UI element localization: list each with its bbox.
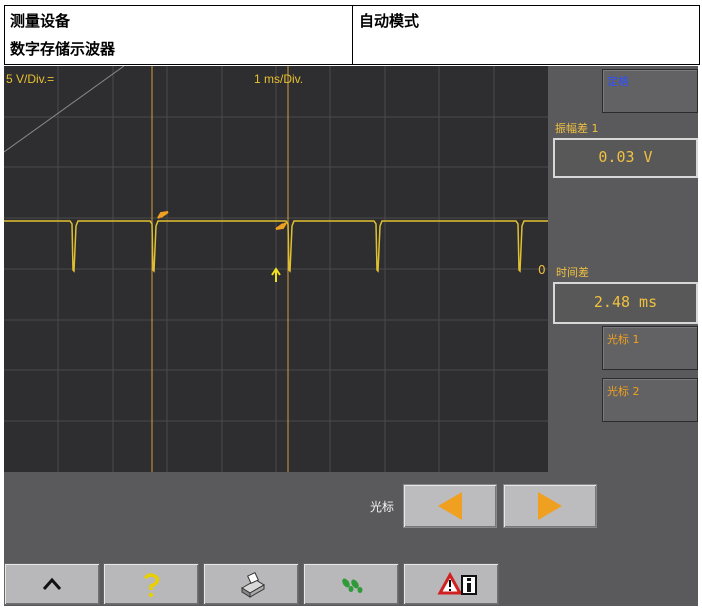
arrow-right-icon bbox=[538, 492, 562, 520]
volts-per-div: 5 V/Div.= bbox=[6, 72, 55, 86]
hold-button[interactable]: 定格 bbox=[602, 69, 698, 113]
time-per-div: 1 ms/Div. bbox=[254, 72, 304, 86]
amplitude-diff-value: 0.03 V bbox=[553, 138, 698, 178]
footprints-icon bbox=[342, 578, 363, 593]
print-button[interactable] bbox=[203, 563, 299, 605]
cursor-2-button[interactable]: 光标 2 bbox=[602, 378, 698, 422]
warning-info-button[interactable] bbox=[403, 563, 499, 605]
header-divider bbox=[352, 6, 353, 64]
cursor-arrow-2-icon bbox=[275, 222, 287, 230]
arrow-left-icon bbox=[438, 492, 462, 520]
navigation-button[interactable] bbox=[303, 563, 399, 605]
hold-button-label: 定格 bbox=[607, 75, 629, 88]
cursor-1-button[interactable]: 光标 1 bbox=[602, 326, 698, 370]
scroll-up-button[interactable] bbox=[4, 563, 100, 605]
warning-info-icon bbox=[437, 571, 477, 595]
main-panel: 5 V/Div.= 1 ms/Div. 0 定格 振幅差 1 0.03 V 时间… bbox=[4, 66, 698, 606]
time-diff-label: 时间差 bbox=[556, 266, 589, 279]
header-bar: 测量设备 数字存储示波器 自动模式 bbox=[4, 5, 700, 65]
help-icon bbox=[143, 573, 160, 598]
title-line-1: 测量设备 bbox=[10, 12, 71, 30]
mode-label: 自动模式 bbox=[359, 12, 420, 30]
zero-level-marker: 0 bbox=[538, 263, 546, 277]
oscilloscope-screen[interactable]: 5 V/Div.= 1 ms/Div. bbox=[4, 66, 548, 472]
cursor-right-button[interactable] bbox=[503, 484, 597, 528]
title-line-2: 数字存储示波器 bbox=[10, 40, 116, 58]
cursor-2-label: 光标 2 bbox=[607, 385, 640, 398]
print-icon bbox=[241, 572, 265, 598]
amplitude-diff-label: 振幅差 1 bbox=[555, 122, 599, 135]
trigger-arrow-icon bbox=[271, 267, 281, 282]
help-button[interactable] bbox=[103, 563, 199, 605]
time-diff-value: 2.48 ms bbox=[553, 282, 698, 324]
cursor-left-button[interactable] bbox=[403, 484, 497, 528]
scope-graticule bbox=[4, 66, 548, 472]
cursor-1-label: 光标 1 bbox=[607, 333, 640, 346]
chevron-up-icon bbox=[42, 577, 62, 590]
cursor-nav-label: 光标 bbox=[370, 500, 395, 514]
